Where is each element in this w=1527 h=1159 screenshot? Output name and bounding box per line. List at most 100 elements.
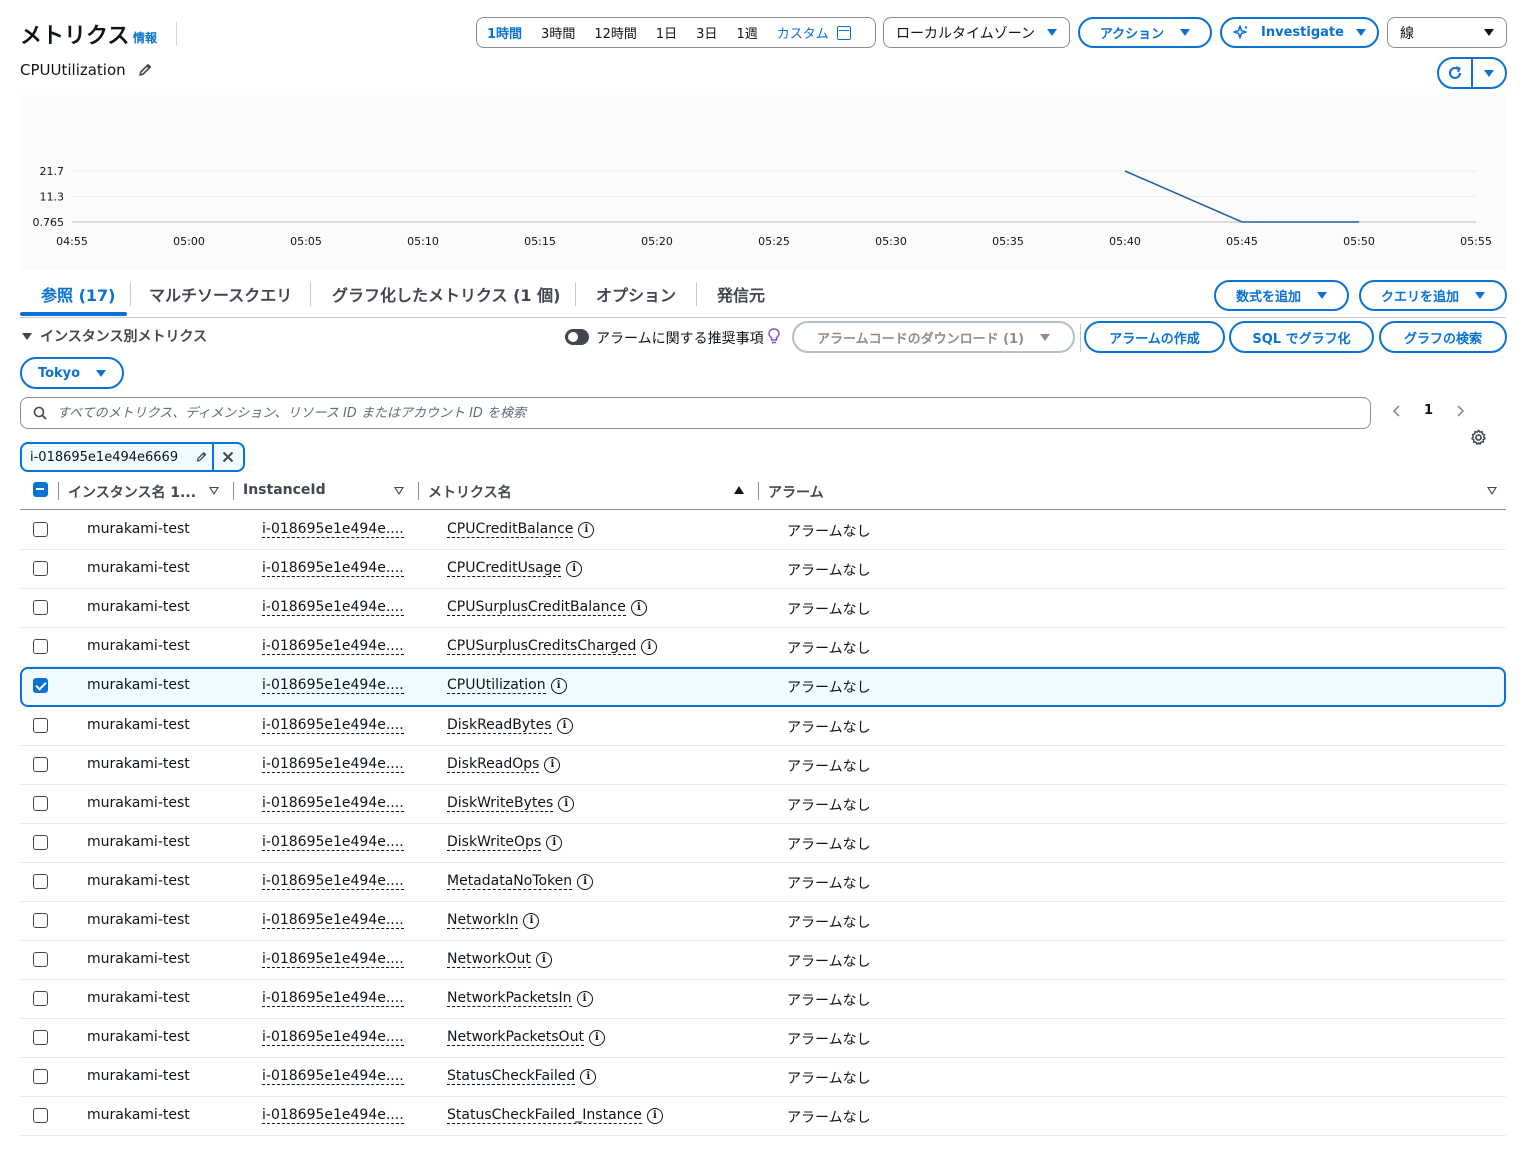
row-checkbox[interactable] xyxy=(33,600,48,615)
remove-filter-button[interactable] xyxy=(211,444,243,470)
column-header-metric-name[interactable]: メトリクス名 xyxy=(428,482,512,502)
instance-id-link[interactable]: i-018695e1e494e.... xyxy=(262,795,404,812)
table-row[interactable]: murakami-test i-018695e1e494e.... NetworkO… xyxy=(20,941,1506,980)
row-checkbox[interactable] xyxy=(33,835,48,850)
info-icon[interactable]: i xyxy=(558,795,575,812)
edit-title-icon[interactable] xyxy=(137,62,153,78)
tab-source[interactable]: 発信元 xyxy=(717,282,765,306)
search-input[interactable] xyxy=(57,405,1357,421)
time-range-selector[interactable]: 1時間 3時間 12時間 1日 3日 1週 カスタム xyxy=(476,17,876,48)
instance-id-link[interactable]: i-018695e1e494e.... xyxy=(262,1107,404,1124)
table-row[interactable]: murakami-test i-018695e1e494e.... DiskWrit… xyxy=(20,824,1506,863)
add-query-button[interactable]: クエリを追加 xyxy=(1359,280,1507,311)
sort-icon[interactable] xyxy=(1487,487,1497,495)
instance-id-link[interactable]: i-018695e1e494e.... xyxy=(262,990,404,1007)
column-header-alarm[interactable]: アラーム xyxy=(768,482,824,502)
metric-name-link[interactable]: CPUCreditUsage xyxy=(447,560,562,577)
metrics-search[interactable] xyxy=(20,397,1371,429)
info-icon[interactable]: i xyxy=(576,990,593,1007)
section-heading[interactable]: インスタンス別メトリクス xyxy=(22,326,207,346)
row-checkbox[interactable] xyxy=(33,639,48,654)
instance-id-link[interactable]: i-018695e1e494e.... xyxy=(262,951,404,968)
metric-name-link[interactable]: CPUSurplusCreditBalance xyxy=(447,599,626,616)
instance-id-link[interactable]: i-018695e1e494e.... xyxy=(262,834,404,851)
row-checkbox[interactable] xyxy=(33,718,48,733)
time-range-3d[interactable]: 3日 xyxy=(696,23,717,42)
table-row[interactable]: murakami-test i-018695e1e494e.... Metadata… xyxy=(20,863,1506,902)
metric-name-link[interactable]: NetworkPacketsOut xyxy=(447,1029,584,1046)
refresh-button[interactable] xyxy=(1439,59,1473,87)
tab-multi-source-query[interactable]: マルチソースクエリ xyxy=(149,282,292,306)
table-row[interactable]: murakami-test i-018695e1e494e.... NetworkP… xyxy=(20,1019,1506,1058)
metric-name-link[interactable]: CPUCreditBalance xyxy=(447,521,574,538)
investigate-button[interactable]: Investigate xyxy=(1220,17,1379,48)
time-range-1w[interactable]: 1週 xyxy=(736,23,757,42)
row-checkbox[interactable] xyxy=(33,1069,48,1084)
select-all-checkbox[interactable] xyxy=(33,482,48,497)
row-checkbox[interactable] xyxy=(33,991,48,1006)
info-icon[interactable]: i xyxy=(641,638,658,655)
table-row[interactable]: murakami-test i-018695e1e494e.... StatusCh… xyxy=(20,1097,1506,1136)
instance-id-link[interactable]: i-018695e1e494e.... xyxy=(262,599,404,616)
metric-name-link[interactable]: CPUSurplusCreditsCharged xyxy=(447,638,637,655)
row-checkbox[interactable] xyxy=(33,522,48,537)
graph-with-sql-button[interactable]: SQL でグラフ化 xyxy=(1229,321,1374,353)
info-icon[interactable]: i xyxy=(550,677,567,694)
instance-id-link[interactable]: i-018695e1e494e.... xyxy=(262,677,404,694)
table-row[interactable]: murakami-test i-018695e1e494e.... CPUSurpl… xyxy=(20,589,1506,628)
graph-search-button[interactable]: グラフの検索 xyxy=(1379,321,1507,353)
table-row[interactable]: murakami-test i-018695e1e494e.... DiskRead… xyxy=(20,746,1506,785)
chevron-right-icon[interactable] xyxy=(1455,404,1465,418)
row-checkbox[interactable] xyxy=(33,678,48,693)
instance-id-link[interactable]: i-018695e1e494e.... xyxy=(262,717,404,734)
info-icon[interactable]: i xyxy=(544,756,561,773)
instance-id-link[interactable]: i-018695e1e494e.... xyxy=(262,560,404,577)
info-icon[interactable]: i xyxy=(546,834,563,851)
row-checkbox[interactable] xyxy=(33,1030,48,1045)
tab-graphed-metrics[interactable]: グラフ化したメトリクス (1 個) xyxy=(332,282,560,306)
info-icon[interactable]: i xyxy=(566,560,583,577)
sort-ascending-icon[interactable] xyxy=(734,486,744,494)
info-icon[interactable]: i xyxy=(578,521,595,538)
info-icon[interactable]: i xyxy=(630,599,647,616)
info-link[interactable]: 情報 xyxy=(133,29,157,46)
instance-id-link[interactable]: i-018695e1e494e.... xyxy=(262,1068,404,1085)
metric-name-link[interactable]: DiskWriteOps xyxy=(447,834,542,851)
metric-name-link[interactable]: NetworkIn xyxy=(447,912,519,929)
instance-id-link[interactable]: i-018695e1e494e.... xyxy=(262,756,404,773)
time-range-custom[interactable]: カスタム xyxy=(777,23,829,42)
actions-button[interactable]: アクション xyxy=(1078,17,1212,48)
table-row[interactable]: murakami-test i-018695e1e494e.... StatusCh… xyxy=(20,1058,1506,1097)
alarm-recommendation-toggle[interactable] xyxy=(565,329,589,345)
info-icon[interactable]: i xyxy=(577,873,594,890)
metric-name-link[interactable]: DiskReadBytes xyxy=(447,717,552,734)
column-header-instance-id[interactable]: InstanceId xyxy=(243,482,326,498)
info-icon[interactable]: i xyxy=(580,1068,597,1085)
instance-id-link[interactable]: i-018695e1e494e.... xyxy=(262,873,404,890)
time-range-3h[interactable]: 3時間 xyxy=(541,23,575,42)
table-row[interactable]: murakami-test i-018695e1e494e.... CPUUtili… xyxy=(20,667,1506,707)
metric-name-link[interactable]: StatusCheckFailed_Instance xyxy=(447,1107,642,1124)
time-range-12h[interactable]: 12時間 xyxy=(594,23,637,42)
download-alarm-code-button[interactable]: アラームコードのダウンロード (1) xyxy=(792,321,1075,353)
metric-name-link[interactable]: StatusCheckFailed xyxy=(447,1068,576,1085)
row-checkbox[interactable] xyxy=(33,561,48,576)
table-row[interactable]: murakami-test i-018695e1e494e.... CPUCredi… xyxy=(20,511,1506,550)
chevron-left-icon[interactable] xyxy=(1392,404,1402,418)
info-icon[interactable]: i xyxy=(523,912,540,929)
info-icon[interactable]: i xyxy=(535,951,552,968)
region-selector[interactable]: Tokyo xyxy=(20,357,124,389)
row-checkbox[interactable] xyxy=(33,796,48,811)
create-alarm-button[interactable]: アラームの作成 xyxy=(1084,321,1225,353)
metric-name-link[interactable]: NetworkPacketsIn xyxy=(447,990,572,1007)
add-math-button[interactable]: 数式を追加 xyxy=(1214,280,1349,311)
instance-id-link[interactable]: i-018695e1e494e.... xyxy=(262,521,404,538)
info-icon[interactable]: i xyxy=(556,717,573,734)
instance-id-link[interactable]: i-018695e1e494e.... xyxy=(262,912,404,929)
tab-options[interactable]: オプション xyxy=(596,282,676,306)
timezone-select[interactable]: ローカルタイムゾーン xyxy=(883,17,1070,48)
table-row[interactable]: murakami-test i-018695e1e494e.... DiskWrit… xyxy=(20,785,1506,824)
column-header-instance-name[interactable]: インスタンス名 1... xyxy=(68,482,196,502)
table-row[interactable]: murakami-test i-018695e1e494e.... NetworkI… xyxy=(20,902,1506,941)
graph-type-select[interactable]: 線 xyxy=(1387,17,1507,48)
